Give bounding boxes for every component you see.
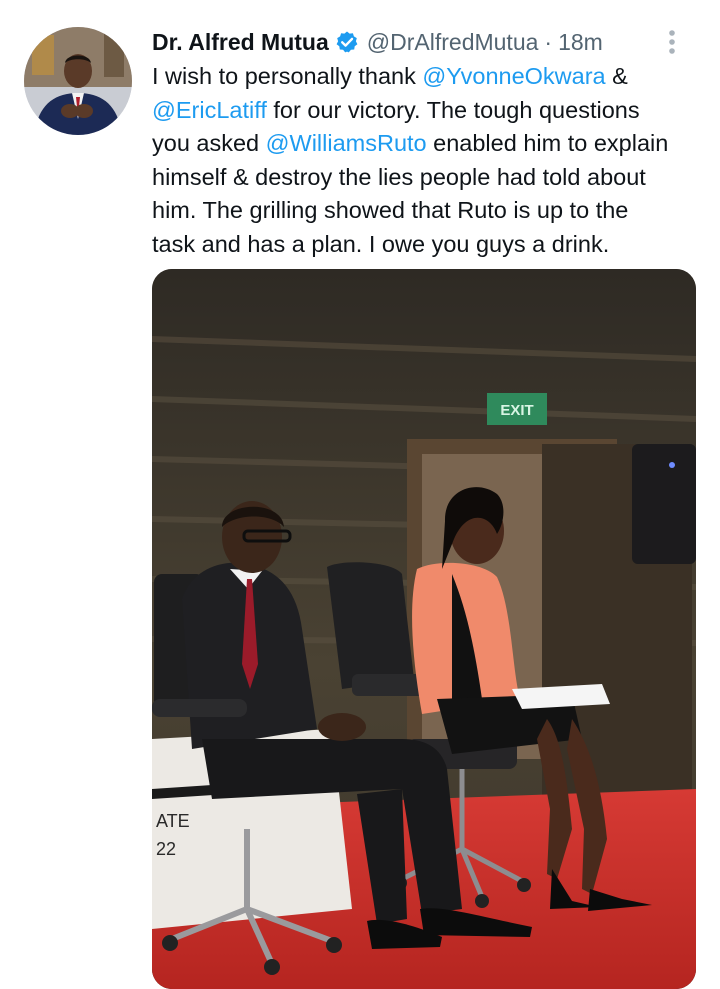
mention-link[interactable]: @EricLatiff — [152, 97, 267, 123]
set-text-top: ATE — [156, 811, 190, 831]
tweet-text-line: task and has a plan. I owe you guys a dr… — [152, 228, 704, 262]
tweet-text-line: you asked @WilliamsRuto enabled him to e… — [152, 127, 704, 161]
tweet-text-segment: I wish to personally thank — [152, 63, 423, 89]
header-separator: · — [544, 28, 553, 55]
tweet-text-segment: task and has a plan. I owe you guys a dr… — [152, 230, 610, 257]
mention-link[interactable]: @YvonneOkwara — [422, 63, 605, 89]
tweet-text-segment: him. The grilling showed that Ruto is up… — [152, 197, 629, 223]
verified-badge-icon — [335, 30, 359, 54]
tweet-text-segment: for our victory. The tough questions — [266, 96, 640, 123]
author-name[interactable]: Dr. Alfred Mutua — [152, 29, 329, 56]
mention-link[interactable]: @WilliamsRuto — [266, 130, 427, 156]
more-options-icon[interactable] — [660, 26, 684, 58]
exit-sign: EXIT — [500, 402, 533, 419]
author-handle[interactable]: @DrAlfredMutua — [367, 29, 539, 56]
avatar-photo — [24, 27, 132, 135]
tweet-text-segment: enabled him to explain — [426, 130, 669, 156]
tweet-text-line: I wish to personally thank @YvonneOkwara… — [152, 60, 704, 94]
tweet-text-line: himself & destroy the lies people had to… — [152, 161, 704, 195]
tweet-text: I wish to personally thank @YvonneOkwara… — [152, 60, 704, 261]
tweet-timestamp[interactable]: 18m — [558, 29, 603, 56]
tweet-text-line: him. The grilling showed that Ruto is up… — [152, 194, 704, 228]
tweet-text-segment: himself & destroy the lies people had to… — [152, 163, 646, 190]
set-text-bottom: 22 — [156, 839, 176, 859]
tweet-text-line: @EricLatiff for our victory. The tough q… — [152, 94, 704, 128]
tweet-header: Dr. Alfred Mutua @DrAlfredMutua · 18m — [152, 26, 692, 58]
author-avatar[interactable] — [24, 27, 132, 135]
tweet-text-segment: you asked — [152, 130, 266, 156]
tweet-photo[interactable]: EXIT ATE 22 — [152, 269, 696, 989]
tweet-text-segment: & — [605, 63, 628, 89]
